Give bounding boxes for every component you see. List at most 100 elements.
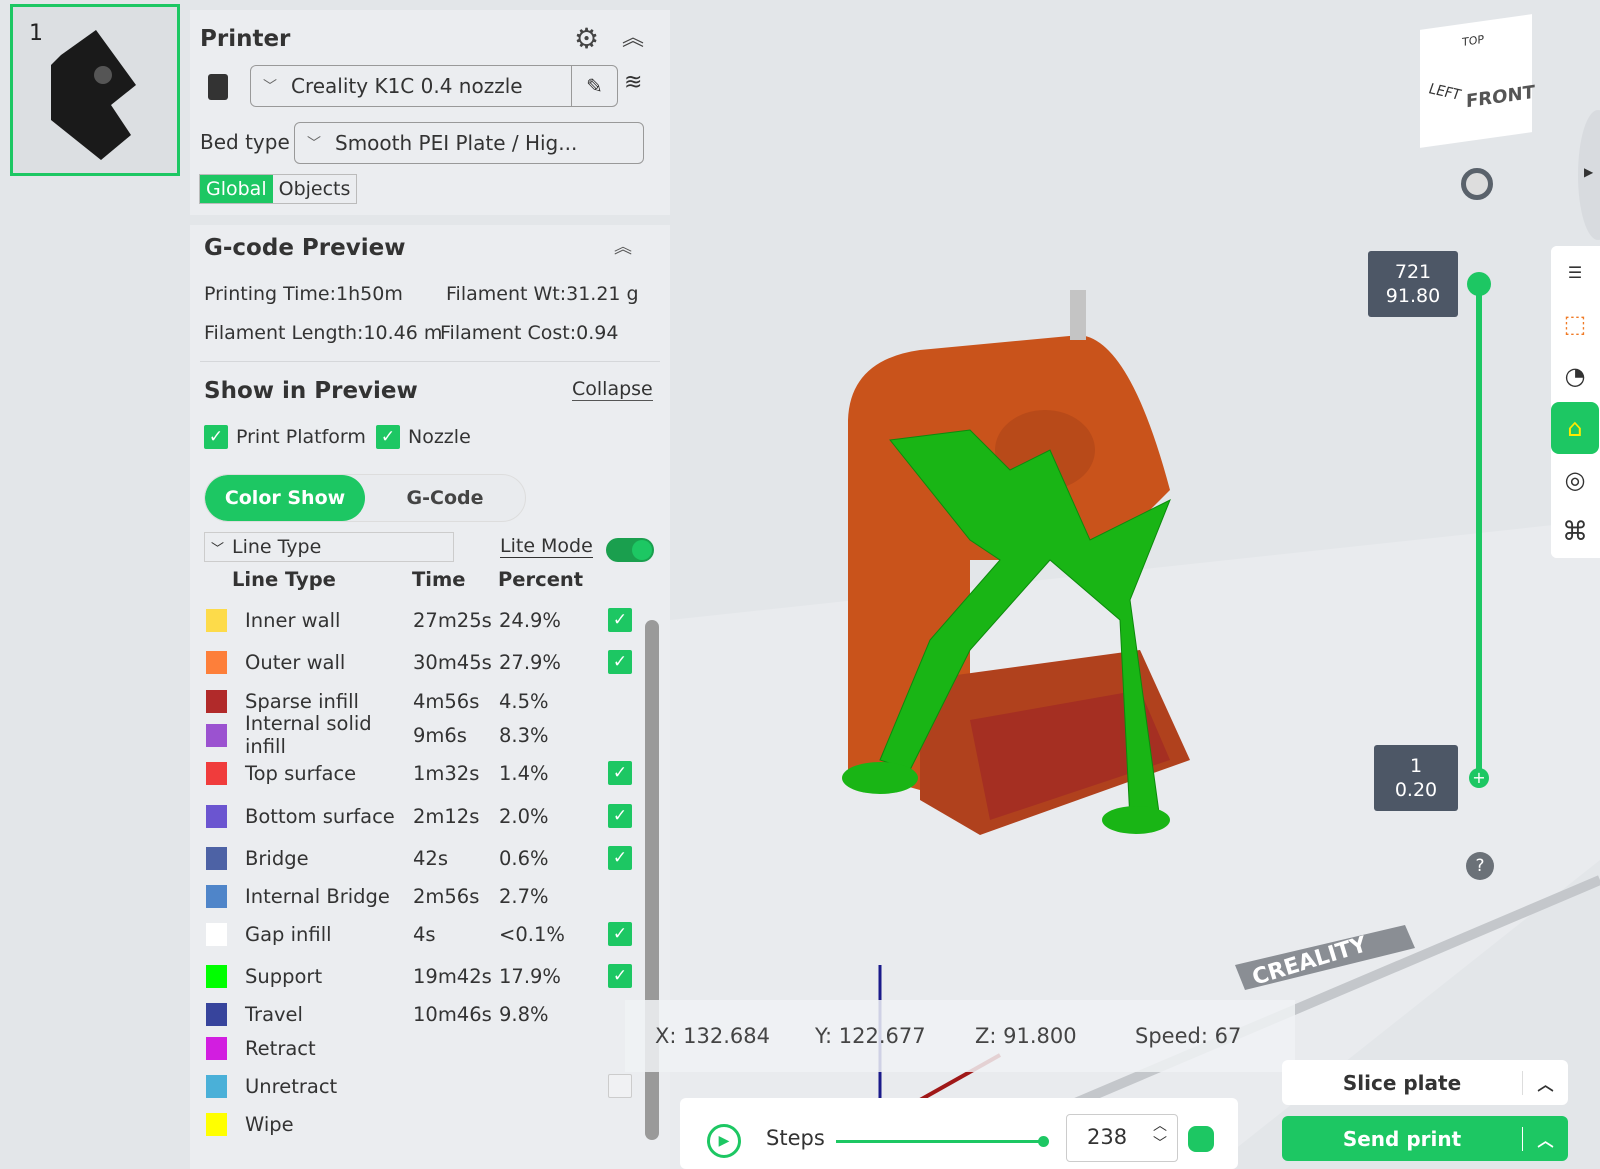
stepper-arrows-icon[interactable]: ︿ ﹀ [1153, 1117, 1167, 1153]
seam-tool-icon[interactable]: ◎ [1551, 454, 1599, 506]
layer-slider-bottom-handle[interactable]: + [1469, 768, 1489, 788]
line-type-percent: 2.0% [499, 804, 549, 828]
bed-type-value: Smooth PEI Plate / Hig... [335, 131, 578, 155]
layers-tool-icon[interactable]: ☰ [1551, 246, 1599, 298]
visibility-checkbox[interactable]: ✓ [608, 650, 632, 674]
view-cube[interactable]: TOP LEFT FRONT [1420, 14, 1535, 148]
line-type-time: 1m32s [413, 761, 480, 785]
steps-value: 238 [1087, 1125, 1128, 1149]
filament-weight: Filament Wt:31.21 g [446, 283, 639, 305]
visibility-checkbox[interactable]: ✓ [608, 608, 632, 632]
layer-slider-top-handle[interactable] [1467, 272, 1491, 296]
legend-row: Bridge 42s 0.6% ✓ [206, 843, 632, 873]
plate-thumbnail[interactable]: 1 [10, 4, 180, 176]
checkbox-checked[interactable]: ✓ [204, 425, 228, 449]
line-type-time: 30m45s [413, 650, 492, 674]
visibility-checkbox[interactable] [608, 1074, 632, 1098]
slice-plate-button[interactable]: Slice plate ︿ [1282, 1060, 1568, 1105]
wifi-icon[interactable]: ≋ [624, 70, 642, 95]
nozzle-label: Nozzle [408, 426, 471, 448]
line-type-name: Gap infill [245, 922, 332, 946]
legend-row: Wipe [206, 1109, 626, 1139]
collapse-up-icon[interactable]: ︽ [622, 20, 644, 52]
steps-label: Steps [766, 1126, 825, 1150]
lite-mode-label: Lite Mode [500, 535, 593, 558]
layers-icon[interactable] [1188, 1126, 1214, 1152]
send-print-button[interactable]: Send print ︿ [1282, 1116, 1568, 1161]
color-swatch [206, 689, 227, 713]
divider [200, 361, 660, 362]
visibility-checkbox[interactable]: ✓ [608, 761, 632, 785]
gear-icon[interactable]: ⚙ [574, 22, 599, 55]
visibility-checkbox[interactable]: ✓ [608, 964, 632, 988]
view-mode-switch: Color Show G-Code [204, 474, 526, 522]
color-swatch [206, 804, 227, 828]
arrange-tool-icon[interactable]: ⌘ [1551, 506, 1599, 558]
cube-left[interactable]: LEFT [1426, 81, 1462, 104]
reset-view-icon[interactable] [1461, 168, 1493, 200]
nozzle-toggle[interactable]: ✓ Nozzle [376, 425, 471, 449]
steps-slider[interactable] [836, 1136, 1049, 1147]
steps-input[interactable]: 238 ︿ ﹀ [1066, 1114, 1178, 1162]
printer-select[interactable]: ﹀ Creality K1C 0.4 nozzle ✎ [250, 65, 618, 107]
collapse-link[interactable]: Collapse [572, 378, 653, 401]
gcode-title: G-code Preview [204, 235, 406, 261]
show-in-preview-title: Show in Preview [204, 378, 418, 404]
help-icon[interactable]: ? [1466, 852, 1494, 880]
steps-bar: ▶ Steps 238 ︿ ﹀ [680, 1098, 1238, 1169]
chevron-up-icon[interactable]: ︿ [1522, 1126, 1568, 1151]
bed-type-select[interactable]: ﹀ Smooth PEI Plate / Hig... [294, 122, 644, 164]
print-platform-label: Print Platform [236, 426, 366, 448]
tab-objects[interactable]: Objects [273, 175, 357, 203]
line-type-time: 4m56s [413, 689, 480, 713]
printer-title: Printer [200, 26, 291, 52]
legend-row: Inner wall 27m25s 24.9% ✓ [206, 605, 632, 635]
cut-box-tool-icon[interactable]: ⬚ [1551, 298, 1599, 350]
edit-pencil-icon[interactable]: ✎ [571, 66, 617, 106]
line-type-time: 10m46s [413, 1002, 492, 1026]
top-layer-number: 721 [1394, 261, 1432, 283]
legend-row: Internal solid infill 9m6s 8.3% [206, 712, 626, 758]
line-type-time: 2m12s [413, 804, 480, 828]
line-type-time: 2m56s [413, 884, 480, 908]
line-type-percent: 4.5% [499, 689, 549, 713]
top-layer-tooltip: 721 91.80 [1368, 251, 1458, 317]
color-swatch [206, 884, 227, 908]
line-type-time: 42s [413, 846, 448, 870]
color-swatch [206, 846, 227, 870]
line-type-time: 4s [413, 922, 436, 946]
printer-name: Creality K1C 0.4 nozzle [291, 74, 523, 98]
cube-top[interactable]: TOP [1462, 33, 1484, 49]
legend-row: Top surface 1m32s 1.4% ✓ [206, 758, 632, 788]
legend-row: Gap infill 4s <0.1% ✓ [206, 919, 632, 949]
line-type-percent: 8.3% [499, 723, 549, 747]
lite-mode-toggle[interactable] [606, 538, 654, 562]
line-type-name: Bottom surface [245, 804, 395, 828]
speedometer-tool-icon[interactable]: ◔ [1551, 350, 1599, 402]
collapse-up-icon[interactable]: ︽ [614, 233, 632, 259]
visibility-checkbox[interactable]: ✓ [608, 804, 632, 828]
chevron-down-icon: ﹀ [307, 136, 321, 152]
line-type-name: Support [245, 964, 323, 988]
printer-panel: Printer ⚙ ︽ ﹀ Creality K1C 0.4 nozzle ✎ … [190, 10, 670, 215]
print-platform-toggle[interactable]: ✓ Print Platform [204, 425, 366, 449]
cube-front[interactable]: FRONT [1466, 82, 1535, 113]
support-painting-tool-icon[interactable]: ⌂ [1551, 402, 1599, 454]
gcode-button[interactable]: G-Code [365, 475, 525, 521]
color-show-button[interactable]: Color Show [205, 475, 365, 521]
line-type-name: Top surface [245, 761, 357, 785]
visibility-checkbox[interactable]: ✓ [608, 922, 632, 946]
color-swatch [206, 1112, 227, 1136]
view-type-select[interactable]: ﹀ Line Type [204, 532, 454, 562]
checkbox-checked[interactable]: ✓ [376, 425, 400, 449]
tab-global[interactable]: Global [200, 175, 273, 203]
play-icon[interactable]: ▶ [707, 1124, 741, 1158]
chevron-up-icon[interactable]: ︿ [1522, 1070, 1568, 1095]
steps-slider-handle[interactable] [1038, 1136, 1049, 1147]
3d-viewport[interactable]: CREALITY [670, 0, 1600, 1169]
layer-slider-track[interactable] [1476, 282, 1482, 778]
visibility-checkbox[interactable]: ✓ [608, 846, 632, 870]
color-swatch [206, 608, 227, 632]
header-percent: Percent [498, 568, 584, 591]
header-line-type: Line Type [232, 568, 336, 591]
